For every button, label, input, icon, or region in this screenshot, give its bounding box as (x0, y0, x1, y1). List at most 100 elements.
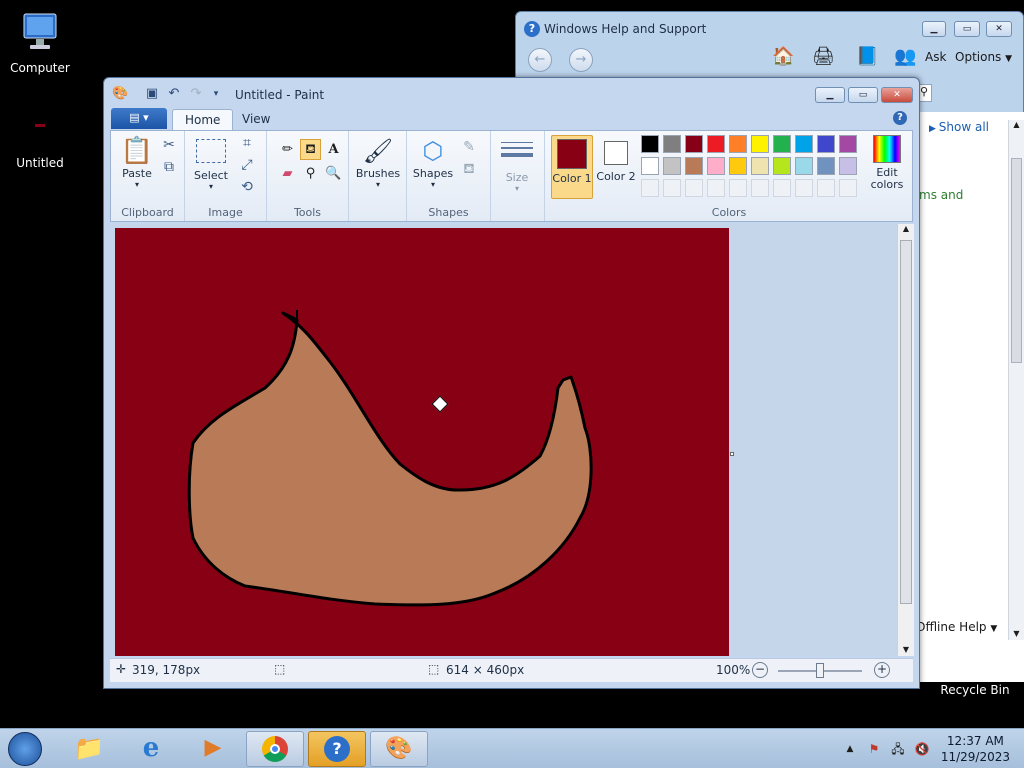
custom-color-slot[interactable] (707, 179, 725, 197)
palette-swatch[interactable] (729, 135, 747, 153)
desktop-icon-computer[interactable]: Computer (0, 10, 80, 75)
palette-swatch[interactable] (839, 157, 857, 175)
zoom-in-icon[interactable]: + (874, 662, 890, 678)
palette-swatch[interactable] (685, 157, 703, 175)
shapes-button[interactable]: ⬡ Shapes ▾ (411, 135, 455, 189)
taskbar-internet-explorer[interactable]: e (122, 731, 180, 767)
eraser-icon[interactable]: ▰ (277, 163, 298, 184)
custom-color-slot[interactable] (839, 179, 857, 197)
resize-icon[interactable]: ⤢ (237, 155, 257, 175)
taskbar-paint[interactable]: 🎨 (370, 731, 428, 767)
canvas-resize-handle[interactable] (730, 452, 734, 456)
select-button[interactable]: Select ▾ (191, 135, 231, 191)
show-hidden-icons[interactable]: ▲ (842, 741, 858, 757)
forward-icon[interactable]: → (569, 48, 593, 72)
palette-swatch[interactable] (663, 157, 681, 175)
customize-qat-icon[interactable]: ▾ (208, 86, 224, 102)
custom-color-slot[interactable] (773, 179, 791, 197)
size-button[interactable]: Size ▾ (497, 137, 537, 193)
redo-icon[interactable]: ↷ (188, 86, 204, 102)
palette-swatch[interactable] (707, 157, 725, 175)
paste-button[interactable]: 📋 Paste ▾ (117, 135, 157, 189)
scroll-down-icon[interactable]: ▼ (1009, 629, 1024, 638)
color2-button[interactable]: Color 2 (595, 135, 637, 199)
help-scrollbar[interactable]: ▲ ▼ (1008, 120, 1024, 640)
palette-swatch[interactable] (641, 157, 659, 175)
taskbar-chrome[interactable] (246, 731, 304, 767)
brushes-button[interactable]: 🖌 Brushes ▾ (353, 135, 403, 189)
options-button[interactable]: Options ▼ (955, 50, 1012, 64)
palette-swatch[interactable] (817, 157, 835, 175)
back-icon[interactable]: ← (528, 48, 552, 72)
custom-color-slot[interactable] (641, 179, 659, 197)
volume-muted-icon[interactable]: 🔇 (914, 741, 930, 757)
scroll-up-icon[interactable]: ▲ (898, 224, 914, 233)
zoom-slider[interactable] (778, 663, 862, 678)
palette-swatch[interactable] (795, 135, 813, 153)
custom-color-slot[interactable] (663, 179, 681, 197)
taskbar-help-and-support[interactable]: ? (308, 731, 366, 767)
custom-color-slot[interactable] (751, 179, 769, 197)
scroll-up-icon[interactable]: ▲ (1009, 120, 1024, 129)
text-icon[interactable]: A (323, 139, 344, 160)
save-icon[interactable]: ▣ (144, 86, 160, 102)
palette-swatch[interactable] (729, 157, 747, 175)
paint-maximize-button[interactable]: ▭ (848, 87, 878, 103)
home-icon[interactable]: 🏠 (772, 46, 794, 67)
network-icon[interactable]: 🖧 (890, 741, 906, 757)
drawing-canvas[interactable] (115, 228, 729, 656)
ribbon-help-icon[interactable]: ? (893, 111, 907, 125)
zoom-out-icon[interactable]: − (752, 662, 768, 678)
scroll-thumb[interactable] (1011, 158, 1022, 363)
outline-icon[interactable]: ✎ (459, 137, 479, 157)
ask-icon[interactable]: 👥 (894, 46, 916, 67)
help-minimize-button[interactable]: ▁ (922, 21, 946, 37)
custom-color-slot[interactable] (795, 179, 813, 197)
palette-swatch[interactable] (685, 135, 703, 153)
fill-shape-icon[interactable]: ⛾ (459, 159, 479, 179)
palette-swatch[interactable] (773, 157, 791, 175)
canvas-scrollbar[interactable]: ▲ ▼ (897, 224, 914, 656)
rotate-icon[interactable]: ⟲ (237, 177, 257, 197)
tab-view[interactable]: View (230, 109, 282, 130)
palette-swatch[interactable] (795, 157, 813, 175)
custom-color-slot[interactable] (729, 179, 747, 197)
edit-colors-button[interactable]: Edit colors (865, 135, 909, 191)
palette-swatch[interactable] (751, 157, 769, 175)
browse-help-icon[interactable]: 📘 (856, 46, 878, 67)
copy-icon[interactable]: ⧉ (159, 157, 179, 177)
paint-close-button[interactable]: ✕ (881, 87, 913, 103)
palette-swatch[interactable] (751, 135, 769, 153)
custom-color-slot[interactable] (685, 179, 703, 197)
taskbar-explorer[interactable]: 📁 (60, 731, 118, 767)
offline-help-button[interactable]: Offline Help ▼ (916, 620, 997, 634)
palette-swatch[interactable] (773, 135, 791, 153)
pencil-icon[interactable]: ✏ (277, 139, 298, 160)
file-menu-button[interactable]: ▤ ▾ (111, 108, 167, 129)
palette-swatch[interactable] (641, 135, 659, 153)
color-picker-icon[interactable]: ⚲ (300, 163, 321, 184)
print-icon[interactable]: 🖨 (812, 46, 835, 67)
scroll-thumb[interactable] (900, 240, 912, 604)
help-maximize-button[interactable]: ▭ (954, 21, 980, 37)
paint-minimize-button[interactable]: ▁ (815, 87, 845, 103)
show-all-link[interactable]: ▶ Show all (929, 120, 989, 134)
taskbar-media-player[interactable]: ▶ (184, 731, 242, 767)
palette-swatch[interactable] (707, 135, 725, 153)
palette-swatch[interactable] (817, 135, 835, 153)
action-center-icon[interactable]: ⚑ (866, 741, 882, 757)
palette-swatch[interactable] (663, 135, 681, 153)
ask-button[interactable]: Ask (925, 50, 946, 64)
tab-home[interactable]: Home (172, 109, 234, 130)
zoom-slider-thumb[interactable] (816, 663, 824, 678)
fill-icon[interactable]: ⛾ (300, 139, 321, 160)
crop-icon[interactable]: ⌗ (237, 133, 257, 153)
palette-swatch[interactable] (839, 135, 857, 153)
magnifier-icon[interactable]: 🔍 (323, 163, 344, 184)
cut-icon[interactable]: ✂ (159, 135, 179, 155)
clock[interactable]: 12:37 AM 11/29/2023 (941, 733, 1010, 765)
undo-icon[interactable]: ↶ (166, 86, 182, 102)
help-close-button[interactable]: ✕ (986, 21, 1012, 37)
desktop-icon-untitled[interactable]: Untitled (0, 118, 80, 170)
color1-button[interactable]: Color 1 (551, 135, 593, 199)
